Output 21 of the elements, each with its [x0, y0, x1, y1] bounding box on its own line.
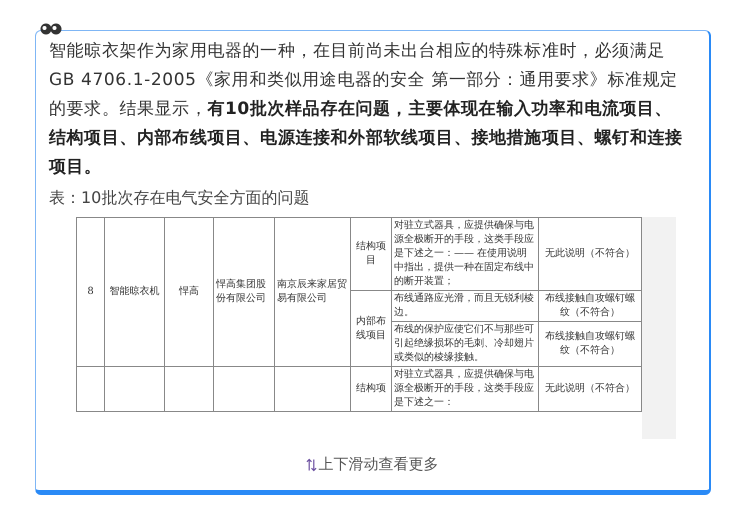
- table-cell: [164, 366, 214, 412]
- table-cell: 8: [76, 218, 104, 366]
- table-cell: 布线通路应光滑，而且无锐利棱边。: [392, 290, 538, 322]
- table-cell: 内部布线项目: [350, 290, 392, 366]
- table-cell: 悍高: [164, 218, 214, 366]
- table-cell: 对驻立式器具，应提供确保与电源全极断开的手段，这类手段应是下述之一：—— 在使用说明中指出，提供一种在固定布线中的断开装置；: [392, 218, 538, 290]
- table-cell: 对驻立式器具，应提供确保与电源全极断开的手段，这类手段应是下述之一：: [392, 366, 538, 412]
- scroll-hint: 上下滑动查看更多: [318, 455, 438, 474]
- table-cell: [104, 366, 164, 412]
- quote-icon: [40, 23, 62, 35]
- table-cell: 结构项: [350, 366, 392, 412]
- table-cell: 布线的保护应使它们不与那些可引起绝缘损坏的毛刺、冷却翅片或类似的棱缘接触。: [392, 322, 538, 366]
- article-paragraph: 智能晾衣架作为家用电器的一种，在目前尚未出台相应的特殊标准时，必须满足GB 4706.1-2005《家用和类似用途电器的安全 第一部分：通用要求》标准规定的要求。结果显示，有10批次样品存在问题，主要体现在输入功率和电流项目、结构项目、内部布线项目、电源连接和外部软线项目、接地措施项目、螺钉和连接项目。: [49, 40, 684, 179]
- table-cell: [214, 366, 274, 412]
- table-cell: 悍高集团股份有限公司: [214, 218, 274, 366]
- table-cell: 南京辰来家居贸易有限公司: [274, 218, 350, 366]
- up-down-arrows-icon: [306, 458, 316, 472]
- table-cell: [76, 366, 104, 412]
- table-cell: 结构项目: [350, 218, 392, 290]
- table-cell: 智能晾衣机: [104, 218, 164, 366]
- table-caption: 表：10批次存在电气安全方面的问题: [49, 188, 310, 209]
